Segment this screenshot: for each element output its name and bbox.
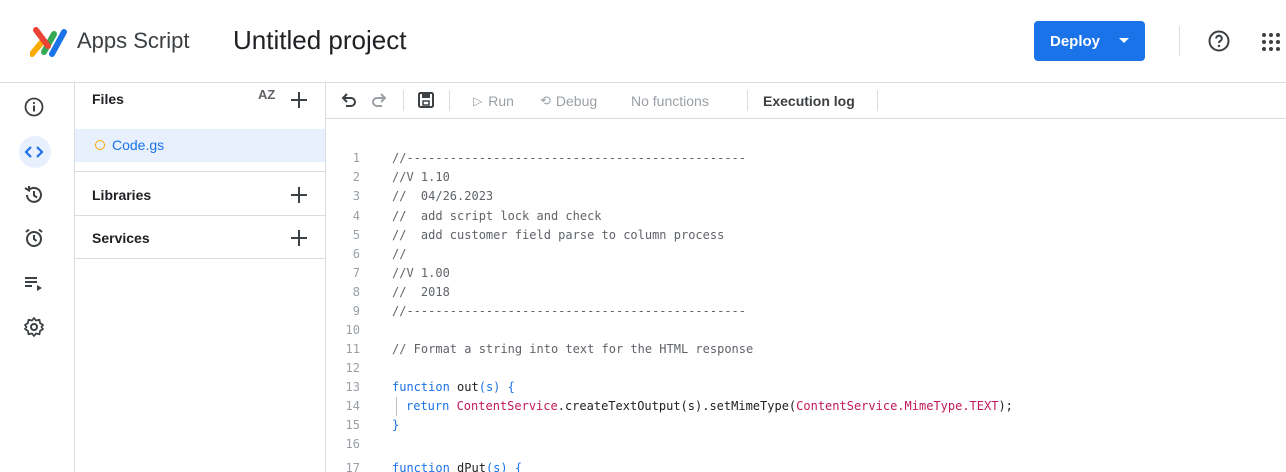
indent-guide bbox=[396, 397, 397, 416]
divider bbox=[75, 215, 325, 216]
undo-icon[interactable] bbox=[340, 91, 358, 109]
history-icon[interactable] bbox=[22, 183, 46, 207]
files-panel: Files AZ Code.gs Libraries Services bbox=[75, 83, 326, 472]
code-line: 11// Format a string into text for the H… bbox=[345, 342, 754, 356]
sort-az-icon: AZ bbox=[258, 87, 276, 102]
code-line: 14 return ContentService.createTextOutput… bbox=[345, 399, 1013, 413]
code-line: 2//V 1.10 bbox=[352, 170, 450, 184]
run-button[interactable]: ▷ Run bbox=[473, 83, 514, 118]
divider bbox=[877, 90, 878, 111]
project-title[interactable]: Untitled project bbox=[233, 25, 406, 56]
code-line: 9//-------------------------------------… bbox=[352, 304, 747, 318]
debug-icon: ⟲ bbox=[540, 92, 551, 108]
execution-log-label: Execution log bbox=[763, 92, 855, 109]
divider bbox=[403, 90, 404, 111]
gear-icon[interactable] bbox=[22, 315, 46, 339]
add-file-icon[interactable] bbox=[289, 90, 309, 110]
divider bbox=[75, 171, 325, 172]
chevron-down-icon bbox=[1119, 38, 1129, 43]
save-icon[interactable] bbox=[417, 91, 435, 109]
app-name[interactable]: Apps Script bbox=[77, 28, 190, 54]
apps-script-logo-icon[interactable] bbox=[30, 24, 68, 58]
divider bbox=[75, 258, 325, 259]
execution-log-button[interactable]: Execution log bbox=[763, 83, 855, 118]
code-line: 17 function dPut(s) { bbox=[345, 461, 523, 472]
code-line: 13 function out(s) { bbox=[345, 380, 515, 394]
editor-toolbar: ▷ Run ⟲ Debug No functions Execution log bbox=[326, 83, 1286, 119]
add-library-icon[interactable] bbox=[289, 185, 309, 205]
code-line: 6// bbox=[352, 247, 407, 261]
unsaved-dot-icon bbox=[95, 140, 105, 150]
function-select[interactable]: No functions bbox=[631, 83, 709, 118]
alarm-icon[interactable] bbox=[22, 226, 46, 250]
executions-icon[interactable] bbox=[22, 271, 46, 295]
code-icon[interactable] bbox=[22, 140, 46, 164]
libraries-label: Libraries bbox=[92, 187, 152, 203]
help-icon[interactable] bbox=[1207, 29, 1231, 53]
code-line: 1//-------------------------------------… bbox=[352, 151, 747, 165]
files-heading: Files bbox=[92, 91, 124, 107]
deploy-button[interactable]: Deploy bbox=[1034, 21, 1145, 61]
services-label: Services bbox=[92, 230, 150, 246]
divider bbox=[747, 90, 748, 111]
top-bar: Apps Script Untitled project Deploy bbox=[0, 0, 1286, 83]
debug-label: Debug bbox=[555, 92, 598, 109]
debug-button[interactable]: ⟲ Debug bbox=[540, 83, 597, 118]
navigation-rail bbox=[0, 83, 75, 472]
function-select-value: No functions bbox=[631, 92, 709, 109]
deploy-label: Deploy bbox=[1050, 32, 1101, 50]
play-icon: ▷ bbox=[473, 93, 483, 108]
code-line: 16 bbox=[345, 437, 360, 451]
code-line: 15} bbox=[345, 418, 400, 432]
code-line: 4// add script lock and check bbox=[352, 209, 602, 223]
apps-grid-icon[interactable] bbox=[1261, 32, 1281, 52]
redo-icon[interactable] bbox=[370, 91, 388, 109]
code-line: 8// 2018 bbox=[352, 285, 450, 299]
code-editor[interactable]: 1//-------------------------------------… bbox=[326, 119, 1286, 472]
code-line: 3// 04/26.2023 bbox=[352, 189, 494, 203]
code-line: 5// add customer field parse to column p… bbox=[352, 228, 725, 242]
add-service-icon[interactable] bbox=[289, 228, 309, 248]
run-label: Run bbox=[488, 92, 514, 109]
sort-files-button[interactable]: AZ bbox=[258, 87, 275, 102]
code-line: 12 bbox=[345, 361, 360, 375]
code-line: 7//V 1.00 bbox=[352, 266, 450, 280]
file-item-code-gs[interactable]: Code.gs bbox=[75, 129, 325, 162]
info-icon[interactable] bbox=[22, 95, 46, 119]
code-line: 10 bbox=[345, 323, 360, 337]
file-name: Code.gs bbox=[112, 137, 165, 153]
divider bbox=[449, 90, 450, 111]
divider bbox=[1179, 26, 1180, 56]
